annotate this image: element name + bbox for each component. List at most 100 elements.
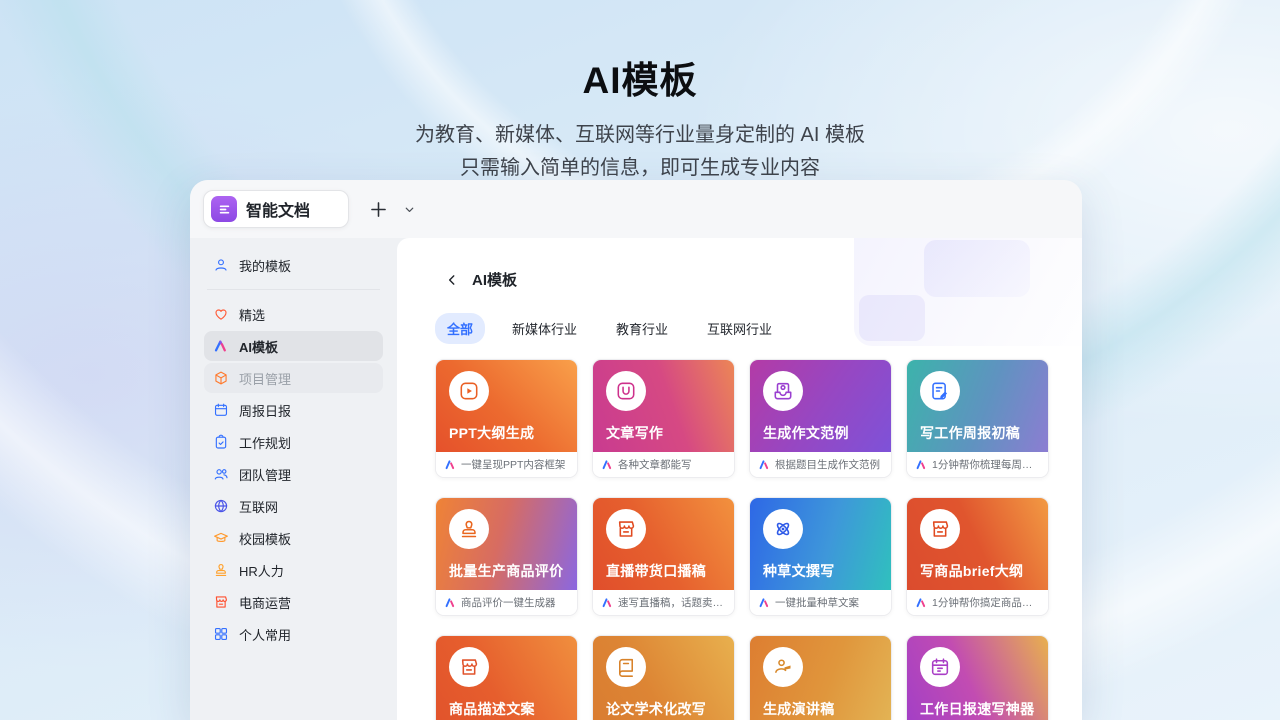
template-card[interactable]: 批量生产商品评价 商品评价一键生成器 [435, 497, 578, 616]
playsq-icon [449, 371, 489, 411]
stamp-icon [449, 509, 489, 549]
store-icon [920, 509, 960, 549]
app-tab-smart-doc[interactable]: 智能文档 [203, 190, 349, 228]
main-panel: AI模板 全部 新媒体行业 教育行业 互联网行业 PPT大纲生成 一键呈现PPT… [397, 238, 1082, 720]
sidebar-item-label: 团队管理 [239, 465, 291, 484]
card-title: 直播带货口播稿 [606, 561, 706, 581]
tab-全部[interactable]: 全部 [435, 313, 485, 344]
ai-brand-icon [759, 459, 770, 470]
template-card[interactable]: 写工作周报初稿 1分钟帮你梳理每周事项 [906, 359, 1049, 478]
sidebar-list: 我的模板 精选 AI模板 项目管理 周报日报 工作规划 团队管理 互联网 校园模… [190, 250, 397, 649]
window-topbar: 智能文档 [190, 180, 1082, 238]
sidebar-item-featured[interactable]: 精选 [204, 299, 383, 329]
card-title: 文章写作 [606, 423, 663, 443]
app-window: 智能文档 我的模板 精选 AI模板 项目管理 周报日报 工作规划 团 [190, 180, 1082, 720]
sidebar-item-work-plan[interactable]: 工作规划 [204, 427, 383, 457]
template-card[interactable]: 文章写作 各种文章都能写 [592, 359, 735, 478]
template-card[interactable]: 生成演讲稿 [749, 635, 892, 720]
card-title: 生成演讲稿 [763, 699, 835, 719]
chevron-down-icon[interactable] [399, 195, 419, 223]
sidebar-item-ecommerce[interactable]: 电商运营 [204, 587, 383, 617]
caledit-icon [920, 647, 960, 687]
card-title: 批量生产商品评价 [449, 561, 563, 581]
template-card[interactable]: 写商品brief大纲 1分钟帮你搞定商品宣传... [906, 497, 1049, 616]
template-card[interactable]: 论文学术化改写 [592, 635, 735, 720]
sidebar-item-label: 电商运营 [239, 593, 291, 612]
sidebar-item-hr[interactable]: HR人力 [204, 555, 383, 585]
new-tab-button[interactable] [364, 195, 392, 223]
template-card[interactable]: 种草文撰写 一键批量种草文案 [749, 497, 892, 616]
hero: AI模板 为教育、新媒体、互联网等行业量身定制的 AI 模板 只需输入简单的信息… [0, 50, 1280, 185]
category-tabs: 全部 新媒体行业 教育行业 互联网行业 [397, 290, 1082, 344]
page-title: AI模板 [0, 50, 1280, 104]
template-card[interactable]: PPT大纲生成 一键呈现PPT内容框架 [435, 359, 578, 478]
docedit-icon [920, 371, 960, 411]
card-description: 1分钟帮你搞定商品宣传... [932, 595, 1039, 610]
window-body: 我的模板 精选 AI模板 项目管理 周报日报 工作规划 团队管理 互联网 校园模… [190, 238, 1082, 720]
globe-icon [213, 498, 229, 514]
sidebar-item-label: AI模板 [239, 337, 278, 356]
template-card[interactable]: 生成作文范例 根据题目生成作文范例 [749, 359, 892, 478]
page: { "hero": { "title": "AI模板", "subtitle_l… [0, 0, 1280, 720]
smart-doc-icon [211, 196, 237, 222]
template-grid: PPT大纲生成 一键呈现PPT内容框架 文章写作 各种文章都能写 生成作文范例 [397, 344, 1082, 720]
gradcap-icon [213, 530, 229, 546]
sidebar-item-label: 工作规划 [239, 433, 291, 452]
app-tab-label: 智能文档 [246, 197, 310, 221]
sidebar-item-label: 个人常用 [239, 625, 291, 644]
ai-brand-icon [602, 597, 613, 608]
card-description: 一键呈现PPT内容框架 [461, 457, 565, 472]
grid-icon [213, 626, 229, 642]
inboxuser-icon [763, 371, 803, 411]
card-title: 论文学术化改写 [606, 699, 706, 719]
card-description: 1分钟帮你梳理每周事项 [932, 457, 1039, 472]
sidebar-item-label: 我的模板 [239, 256, 291, 275]
card-title: 商品描述文案 [449, 699, 535, 719]
sidebar-item-label: 周报日报 [239, 401, 291, 420]
sidebar-item-label: 校园模板 [239, 529, 291, 548]
sidebar-item-my-templates[interactable]: 我的模板 [204, 250, 383, 280]
sidebar: 我的模板 精选 AI模板 项目管理 周报日报 工作规划 团队管理 互联网 校园模… [190, 238, 397, 720]
calendar-icon [213, 402, 229, 418]
ai-brand-icon [445, 597, 456, 608]
atom-icon [763, 509, 803, 549]
ailogo-icon [213, 338, 229, 354]
store-icon [606, 509, 646, 549]
tab-互联网行业[interactable]: 互联网行业 [695, 313, 784, 344]
sidebar-item-label: 互联网 [239, 497, 278, 516]
card-title: 生成作文范例 [763, 423, 849, 443]
page-subtitle-line1: 为教育、新媒体、互联网等行业量身定制的 AI 模板 [0, 119, 1280, 152]
template-card[interactable]: 工作日报速写神器 [906, 635, 1049, 720]
tab-教育行业[interactable]: 教育行业 [604, 313, 680, 344]
sidebar-item-label: HR人力 [239, 561, 284, 580]
sidebar-item-label: 精选 [239, 305, 265, 324]
ai-brand-icon [445, 459, 456, 470]
section-title: AI模板 [472, 269, 517, 290]
card-description: 速写直播稿，话题卖点... [618, 595, 725, 610]
sidebar-item-weekly-report[interactable]: 周报日报 [204, 395, 383, 425]
card-title: 写商品brief大纲 [920, 561, 1023, 581]
breadcrumb: AI模板 [397, 238, 1082, 290]
template-card[interactable]: 直播带货口播稿 速写直播稿，话题卖点... [592, 497, 735, 616]
card-title: 种草文撰写 [763, 561, 835, 581]
card-title: PPT大纲生成 [449, 423, 534, 443]
ai-brand-icon [602, 459, 613, 470]
heart-icon [213, 306, 229, 322]
clipboard-icon [213, 434, 229, 450]
sidebar-divider [207, 289, 380, 290]
back-button[interactable] [445, 273, 459, 287]
sidebar-item-personal[interactable]: 个人常用 [204, 619, 383, 649]
store-icon [213, 594, 229, 610]
bookpages-icon [606, 647, 646, 687]
sidebar-item-team-mgmt[interactable]: 团队管理 [204, 459, 383, 489]
ai-brand-icon [916, 597, 927, 608]
sidebar-item-label: 项目管理 [239, 369, 291, 388]
sidebar-item-internet[interactable]: 互联网 [204, 491, 383, 521]
ai-brand-icon [916, 459, 927, 470]
team-icon [213, 466, 229, 482]
tab-新媒体行业[interactable]: 新媒体行业 [500, 313, 589, 344]
sidebar-item-ai-templates[interactable]: AI模板 [204, 331, 383, 361]
sidebar-item-campus[interactable]: 校园模板 [204, 523, 383, 553]
sidebar-item-project-mgmt[interactable]: 项目管理 [204, 363, 383, 393]
template-card[interactable]: 商品描述文案 [435, 635, 578, 720]
